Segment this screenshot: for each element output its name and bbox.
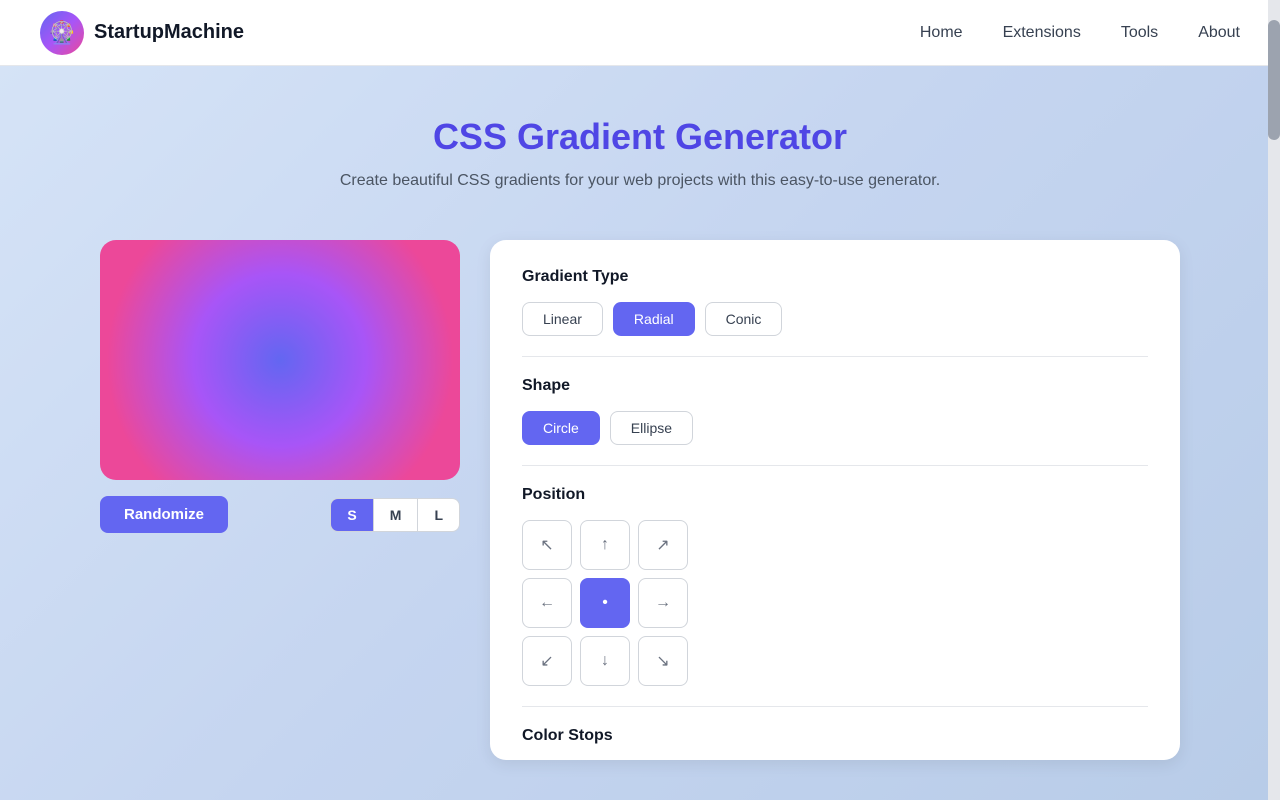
scrollbar[interactable] — [1268, 0, 1280, 800]
gradient-type-label: Gradient Type — [522, 268, 1148, 286]
pos-top-right[interactable]: ↗ — [638, 520, 688, 570]
shape-group: Circle Ellipse — [522, 411, 1148, 445]
gradient-type-group: Linear Radial Conic — [522, 302, 1148, 336]
header: 🎡 StartupMachine Home Extensions Tools A… — [0, 0, 1280, 66]
color-stops-section: Color Stops — [522, 727, 1148, 760]
position-label: Position — [522, 486, 1148, 504]
position-section: Position ↖ ↑ ↗ ← • → ↙ ↓ ↘ — [522, 486, 1148, 686]
shape-circle-btn[interactable]: Circle — [522, 411, 600, 445]
logo-text: StartupMachine — [94, 21, 244, 44]
shape-section: Shape Circle Ellipse — [522, 377, 1148, 445]
gradient-conic-btn[interactable]: Conic — [705, 302, 783, 336]
logo-icon: 🎡 — [40, 11, 84, 55]
pos-bot-center[interactable]: ↓ — [580, 636, 630, 686]
nav-extensions[interactable]: Extensions — [1003, 24, 1081, 42]
size-l-button[interactable]: L — [418, 499, 459, 531]
gradient-radial-btn[interactable]: Radial — [613, 302, 695, 336]
position-grid: ↖ ↑ ↗ ← • → ↙ ↓ ↘ — [522, 520, 688, 686]
size-s-button[interactable]: S — [331, 499, 373, 531]
main-content: Randomize S M L Gradient Type Linear Rad… — [0, 220, 1280, 800]
gradient-linear-btn[interactable]: Linear — [522, 302, 603, 336]
shape-ellipse-btn[interactable]: Ellipse — [610, 411, 693, 445]
preview-section: Randomize S M L — [100, 240, 460, 760]
pos-mid-left[interactable]: ← — [522, 578, 572, 628]
pos-bot-left[interactable]: ↙ — [522, 636, 572, 686]
hero-subtitle: Create beautiful CSS gradients for your … — [20, 172, 1260, 190]
gradient-preview — [100, 240, 460, 480]
pos-mid-right[interactable]: → — [638, 578, 688, 628]
shape-label: Shape — [522, 377, 1148, 395]
gradient-type-section: Gradient Type Linear Radial Conic — [522, 268, 1148, 336]
nav-tools[interactable]: Tools — [1121, 24, 1158, 42]
hero-section: CSS Gradient Generator Create beautiful … — [0, 66, 1280, 220]
randomize-button[interactable]: Randomize — [100, 496, 228, 533]
divider-1 — [522, 356, 1148, 357]
color-stops-label: Color Stops — [522, 727, 1148, 745]
size-m-button[interactable]: M — [374, 499, 419, 531]
preview-controls: Randomize S M L — [100, 496, 460, 533]
logo-area: 🎡 StartupMachine — [40, 11, 244, 55]
scrollbar-thumb[interactable] — [1268, 20, 1280, 140]
pos-bot-right[interactable]: ↘ — [638, 636, 688, 686]
divider-3 — [522, 706, 1148, 707]
nav-about[interactable]: About — [1198, 24, 1240, 42]
pos-top-center[interactable]: ↑ — [580, 520, 630, 570]
page-title: CSS Gradient Generator — [20, 116, 1260, 158]
pos-top-left[interactable]: ↖ — [522, 520, 572, 570]
divider-2 — [522, 465, 1148, 466]
nav-home[interactable]: Home — [920, 24, 963, 42]
main-nav: Home Extensions Tools About — [920, 24, 1240, 42]
pos-mid-center[interactable]: • — [580, 578, 630, 628]
controls-panel: Gradient Type Linear Radial Conic Shape … — [490, 240, 1180, 760]
size-group: S M L — [330, 498, 460, 532]
